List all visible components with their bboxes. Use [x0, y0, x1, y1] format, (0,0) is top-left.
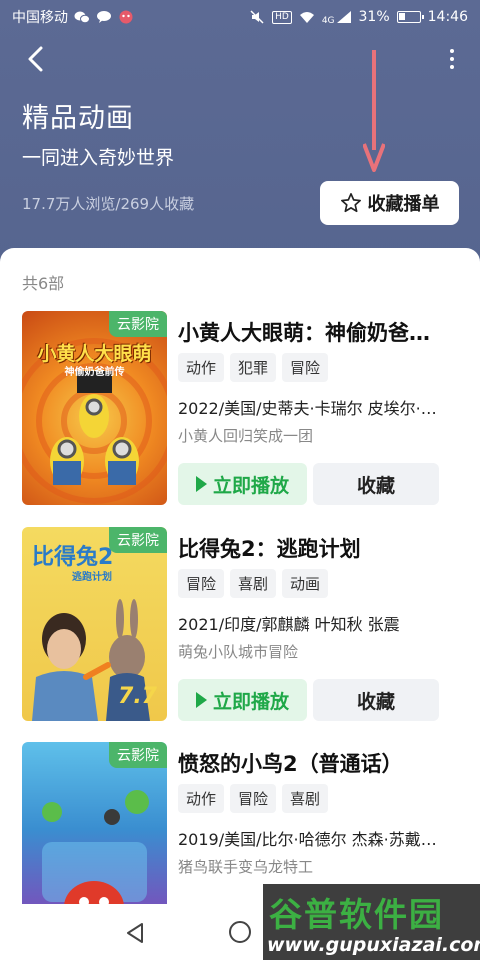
movie-card[interactable]: 小黄人大眼萌 神偷奶爸前传 云影院 小黄人大眼萌：神偷奶爸… 动作 犯罪 冒险 …	[22, 311, 462, 507]
page-subtitle: 一同进入奇妙世界	[22, 147, 175, 169]
battery-icon	[396, 11, 424, 23]
genre-tag: 动作	[178, 784, 225, 813]
movie-description: 小黄人回归笑成一团	[178, 427, 314, 445]
page-title: 精品动画	[22, 103, 134, 134]
carrier-label: 中国移动	[12, 10, 68, 26]
poster-rating: 7.7	[118, 684, 157, 709]
back-arrow-icon[interactable]	[22, 44, 52, 74]
play-now-label: 立即播放	[212, 690, 289, 713]
header-background	[0, 0, 480, 270]
app-notification-icon	[119, 10, 133, 24]
favorite-playlist-label: 收藏播单	[367, 194, 440, 215]
movie-title[interactable]: 小黄人大眼萌：神偷奶爸…	[178, 317, 462, 347]
poster-subtitle-text: 逃跑计划	[72, 572, 112, 583]
genre-tag: 动作	[178, 353, 225, 382]
movie-poster[interactable]: 小黄人大眼萌 神偷奶爸前传 云影院	[22, 311, 167, 505]
genre-tag: 喜剧	[282, 784, 329, 813]
movie-description: 猪鸟联手变乌龙特工	[178, 858, 314, 876]
genre-tag: 冒险	[230, 784, 277, 813]
watermark-brand: 谷普软件园	[269, 895, 444, 934]
poster-title-text: 比得兔2	[32, 545, 114, 570]
network-type-label: 4G	[321, 16, 335, 26]
movie-meta: 2022/美国/史蒂夫·卡瑞尔 皮埃尔·…	[178, 399, 437, 418]
watermark-url: www.gupuxiazai.com	[267, 934, 480, 956]
cinema-badge: 云影院	[109, 742, 167, 768]
genre-tags: 冒险 喜剧 动画	[178, 569, 329, 598]
play-icon	[195, 476, 207, 492]
genre-tag: 动画	[282, 569, 329, 598]
genre-tag: 冒险	[178, 569, 225, 598]
genre-tag: 喜剧	[230, 569, 277, 598]
more-options-icon[interactable]	[442, 44, 462, 74]
play-now-button[interactable]: 立即播放	[178, 463, 307, 505]
collect-button[interactable]: 收藏	[313, 463, 439, 505]
annotation-arrow-icon	[363, 50, 385, 172]
clock-time: 14:46	[427, 9, 468, 25]
cinema-badge: 云影院	[109, 527, 167, 553]
signal-icon	[336, 11, 351, 23]
nav-back-icon[interactable]	[124, 922, 146, 944]
genre-tag: 冒险	[282, 353, 329, 382]
genre-tag: 犯罪	[230, 353, 277, 382]
battery-percent: 31%	[358, 9, 390, 25]
poster-title-text: 小黄人大眼萌	[37, 343, 152, 365]
poster-subtitle-text: 神偷奶爸前传	[64, 367, 125, 378]
item-count: 共6部	[22, 274, 65, 293]
movie-list-panel: 共6部 小黄人大眼萌 神偷奶爸前传 云影院 小黄人大眼萌：神偷奶爸… 动作 犯罪…	[0, 248, 480, 960]
play-icon	[195, 692, 207, 708]
movie-meta: 2021/印度/郭麒麟 叶知秋 张震	[178, 615, 400, 634]
play-now-label: 立即播放	[212, 474, 289, 497]
genre-tags: 动作 犯罪 冒险	[178, 353, 329, 382]
movie-meta: 2019/美国/比尔·哈德尔 杰森·苏戴…	[178, 830, 437, 849]
view-fav-stats: 17.7万人浏览/269人收藏	[22, 195, 195, 213]
status-bar: 中国移动 HD 4G 31% 14:46	[0, 0, 480, 34]
hd-badge-icon: HD	[272, 10, 292, 24]
movie-poster[interactable]: 比得兔2 逃跑计划 云影院 7.7	[22, 527, 167, 721]
movie-title[interactable]: 愤怒的小鸟2（普通话）	[178, 748, 462, 778]
collect-button[interactable]: 收藏	[313, 679, 439, 721]
movie-card[interactable]: 比得兔2 逃跑计划 云影院 7.7 比得兔2：逃跑计划 冒险 喜剧 动画 202…	[22, 527, 462, 723]
chat-bubble-icon	[97, 11, 111, 23]
movie-description: 萌兔小队城市冒险	[178, 643, 299, 661]
cinema-badge: 云影院	[109, 311, 167, 337]
nav-home-icon[interactable]	[229, 921, 251, 943]
favorite-playlist-button[interactable]: 收藏播单	[320, 181, 459, 225]
movie-title[interactable]: 比得兔2：逃跑计划	[178, 533, 462, 563]
site-watermark: 谷普软件园 www.gupuxiazai.com	[263, 884, 480, 960]
mute-icon	[250, 10, 264, 24]
wifi-icon	[299, 12, 314, 23]
star-icon	[340, 193, 361, 213]
genre-tags: 动作 冒险 喜剧	[178, 784, 329, 813]
wechat-icon	[74, 11, 90, 24]
play-now-button[interactable]: 立即播放	[178, 679, 307, 721]
